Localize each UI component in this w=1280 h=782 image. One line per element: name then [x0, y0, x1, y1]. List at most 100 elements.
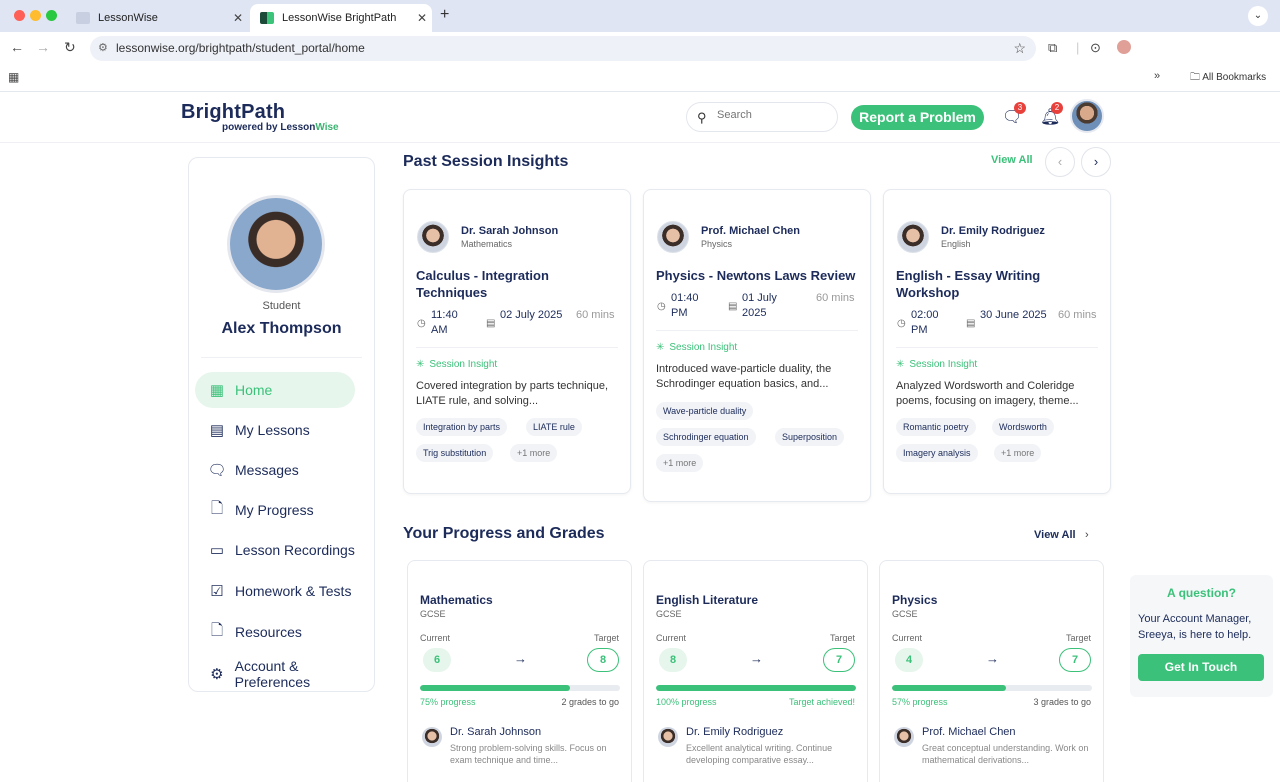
progress-bar [656, 685, 856, 691]
session-title: Physics - Newtons Laws Review [656, 268, 856, 283]
tab-close-icon[interactable]: ✕ [412, 11, 432, 25]
sidebar-item-homework-tests[interactable]: ☑ Homework & Tests [195, 573, 355, 609]
address-bar-row: ← → ↻ ⚙ lessonwise.org/brightpath/studen… [0, 32, 1280, 64]
target-grade: 7 [823, 648, 855, 672]
lessonwise-favicon-icon [76, 12, 90, 24]
sidebar-item-messages[interactable]: 🗨 Messages [195, 452, 355, 488]
back-arrow-icon[interactable]: ← [10, 39, 24, 55]
sidebar-item-label: Homework & Tests [235, 583, 352, 599]
arrow-right-icon: → [514, 651, 527, 666]
sidebar-item-resources[interactable]: 🗋 Resources [195, 614, 355, 650]
extension-shield-icon[interactable]: ⊙ [1090, 40, 1101, 56]
help-text: Your Account Manager, Sreeya, is here to… [1138, 613, 1252, 641]
search-input[interactable] [717, 109, 827, 121]
bookmarks-overflow-icon[interactable]: » [1154, 70, 1160, 82]
chat-icon: 🗨 [207, 462, 227, 479]
sidebar-item-account-preferences[interactable]: ⚙ Account & Preferences [195, 656, 375, 692]
logo-sub-accent: Wise [315, 122, 339, 133]
progress-bar-fill [656, 685, 856, 691]
session-time: 02:00 PM [911, 309, 939, 336]
sidebar-item-lesson-recordings[interactable]: ▭ Lesson Recordings [195, 532, 355, 568]
new-tab-plus-icon[interactable]: + [440, 6, 449, 24]
brightpath-logo[interactable]: BrightPath powered by LessonWise [181, 101, 339, 133]
search-box[interactable]: ⚲ [686, 102, 838, 132]
card-divider [656, 330, 858, 331]
section-title-sessions: Past Session Insights [403, 153, 569, 170]
progress-view-all-link[interactable]: View All [1034, 529, 1076, 541]
grade-subject: Mathematics [420, 593, 493, 607]
bookmark-star-icon[interactable]: ☆ [1013, 36, 1026, 61]
gear-icon: ⚙ [210, 666, 224, 683]
topic-tag: Superposition [775, 428, 845, 446]
grade-card[interactable]: English Literature GCSE Current Target 8… [643, 560, 868, 782]
carousel-prev-button[interactable]: ‹ [1045, 147, 1075, 177]
browser-profile-avatar-icon[interactable] [1117, 40, 1131, 54]
all-bookmarks-folder[interactable]: 🗀 All Bookmarks [1190, 70, 1266, 87]
session-title: English - Essay Writing Workshop [896, 268, 1041, 300]
progress-bar [420, 685, 620, 691]
help-title: A question? [1167, 586, 1236, 600]
user-avatar[interactable] [1070, 99, 1104, 133]
sidebar-item-home[interactable]: ▦ Home [195, 372, 355, 408]
site-info-icon[interactable]: ⚙ [98, 36, 108, 61]
topic-tag: Schrodinger equation [656, 428, 756, 446]
window-zoom-control[interactable] [46, 10, 57, 21]
topic-tag: Wordsworth [992, 418, 1054, 436]
toolbar-divider: | [1076, 40, 1080, 55]
browser-tab-brightpath[interactable]: LessonWise BrightPath ✕ [250, 4, 432, 32]
tutor-avatar [422, 727, 442, 747]
topic-tag: LIATE rule [526, 418, 582, 436]
forward-arrow-icon[interactable]: → [36, 39, 50, 55]
more-tags-tag[interactable]: +1 more [656, 454, 704, 472]
window-close-control[interactable] [14, 10, 25, 21]
tab-title: LessonWise [98, 12, 158, 24]
extensions-puzzle-icon[interactable]: ⧉ [1048, 40, 1057, 56]
grade-subject: Physics [892, 593, 938, 607]
sidebar-item-label: Home [235, 382, 273, 398]
grade-card[interactable]: Physics GCSE Current Target 4 → 7 57% pr… [879, 560, 1104, 782]
reload-icon[interactable]: ↻ [64, 39, 76, 56]
grade-card[interactable]: Mathematics GCSE Current Target 6 → 8 75… [407, 560, 632, 782]
session-card[interactable]: Prof. Michael Chen Physics Physics - New… [643, 189, 871, 502]
tutor-avatar [417, 221, 449, 253]
chevron-right-icon[interactable]: › [1085, 529, 1089, 541]
student-role: Student [262, 300, 301, 312]
session-card[interactable]: Dr. Emily Rodriguez English English - Es… [883, 189, 1111, 494]
tab-search-chevron-icon[interactable]: ⌄ [1248, 6, 1268, 26]
more-tags-tag[interactable]: +1 more [994, 444, 1042, 462]
window-minimize-control[interactable] [30, 10, 41, 21]
sidebar-item-my-progress[interactable]: 🗋 My Progress [195, 492, 355, 528]
feedback-text: Strong problem-solving skills. Focus on … [450, 743, 607, 765]
current-label: Current [892, 633, 923, 643]
target-label: Target [1065, 633, 1091, 643]
sidebar-item-my-lessons[interactable]: ▤ My Lessons [195, 412, 355, 448]
tutor-avatar [894, 727, 914, 747]
all-bookmarks-label: All Bookmarks [1202, 72, 1267, 83]
current-label: Current [656, 633, 687, 643]
file-icon: 🗋 [210, 621, 224, 639]
tab-title: LessonWise BrightPath [282, 12, 397, 24]
session-date: 02 July 2025 [500, 309, 563, 321]
app-header: BrightPath powered by LessonWise ⚲ Repor… [0, 93, 1280, 143]
tutor-subject: Physics [701, 239, 733, 249]
report-problem-button[interactable]: Report a Problem [851, 105, 984, 130]
carousel-next-button[interactable]: › [1081, 147, 1111, 177]
browser-tab-lessonwise[interactable]: LessonWise ✕ [66, 4, 248, 32]
messages-count-badge: 3 [1014, 102, 1026, 114]
tutor-subject: Mathematics [461, 239, 513, 249]
clock-icon: ◷ [417, 318, 426, 329]
url-field[interactable]: ⚙ lessonwise.org/brightpath/student_port… [90, 36, 1036, 61]
progress-bar [892, 685, 1092, 691]
apps-grid-icon[interactable]: ▦ [8, 70, 19, 84]
topic-tag: Integration by parts [416, 418, 508, 436]
sidebar-item-label: Resources [235, 624, 302, 640]
tab-close-icon[interactable]: ✕ [228, 11, 248, 25]
more-tags-tag[interactable]: +1 more [510, 444, 558, 462]
sessions-view-all-link[interactable]: View All [991, 154, 1033, 166]
current-grade: 4 [895, 648, 923, 672]
session-card[interactable]: Dr. Sarah Johnson Mathematics Calculus -… [403, 189, 631, 494]
video-icon: ▭ [209, 542, 225, 559]
account-manager-help-card: A question? Your Account Manager, Sreeya… [1130, 575, 1273, 697]
sparkle-icon: ✳ [896, 359, 905, 370]
get-in-touch-button[interactable]: Get In Touch [1138, 654, 1264, 681]
